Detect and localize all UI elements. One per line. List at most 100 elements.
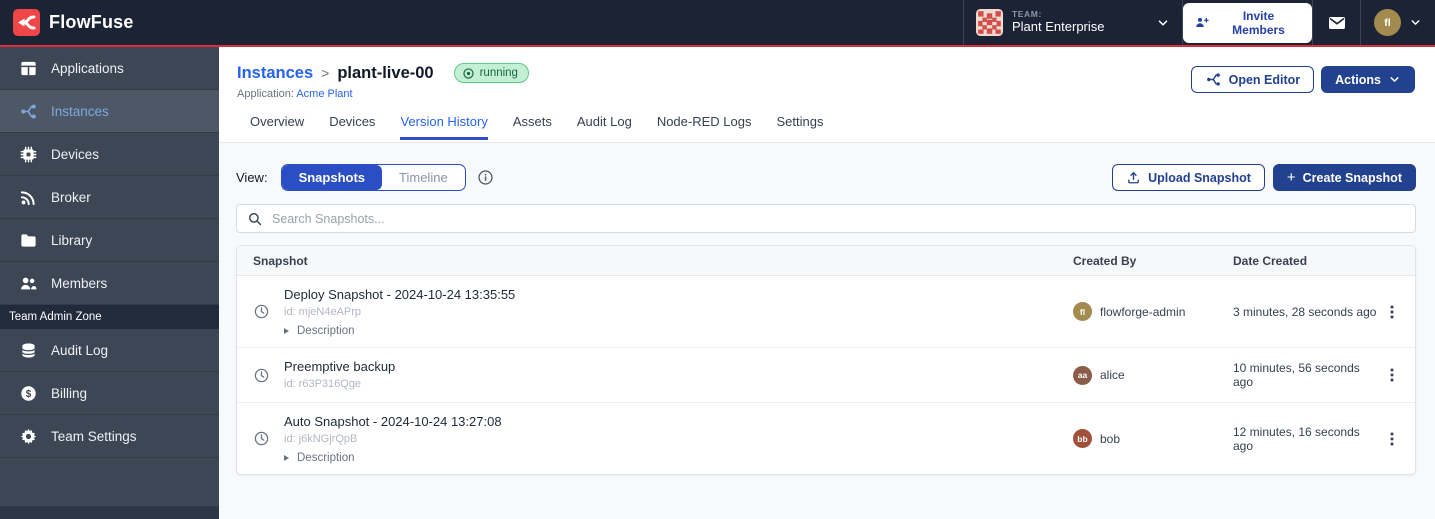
tab-settings[interactable]: Settings: [776, 114, 823, 140]
sidebar-item-applications[interactable]: Applications: [0, 47, 219, 90]
date-created: 3 minutes, 28 seconds ago: [1233, 305, 1383, 319]
creator-name: alice: [1100, 368, 1125, 382]
applications-icon: [19, 59, 38, 78]
creator-name: bob: [1100, 432, 1120, 446]
upload-snapshot-button[interactable]: Upload Snapshot: [1112, 164, 1265, 191]
instance-header: Instances > plant-live-00 running Applic…: [219, 47, 1435, 143]
actions-label: Actions: [1335, 73, 1381, 87]
sidebar-spacer: [0, 458, 219, 506]
sidebar-item-team-settings[interactable]: Team Settings: [0, 415, 219, 458]
upload-icon: [1126, 170, 1141, 185]
breadcrumb-separator: >: [321, 65, 329, 81]
description-label: Description: [297, 325, 355, 337]
tab-node-red-logs[interactable]: Node-RED Logs: [657, 114, 752, 140]
sidebar-item-library[interactable]: Library: [0, 219, 219, 262]
snapshot-toolbar: View: Snapshots Timeline Upload Snap: [236, 164, 1416, 191]
chevron-down-icon: [1409, 16, 1422, 29]
instances-icon: [19, 102, 38, 121]
clock-icon: [253, 367, 270, 384]
chip-icon: [19, 145, 38, 164]
sidebar-item-label: Broker: [51, 190, 91, 205]
clock-icon: [253, 303, 270, 320]
column-header-snapshot: Snapshot: [237, 254, 1073, 268]
tab-assets[interactable]: Assets: [513, 114, 552, 140]
date-created: 12 minutes, 16 seconds ago: [1233, 425, 1383, 453]
column-header-created-by: Created By: [1073, 254, 1233, 268]
tab-version-history[interactable]: Version History: [400, 114, 487, 140]
team-name: Plant Enterprise: [1012, 20, 1147, 35]
team-avatar: [976, 9, 1003, 36]
sidebar-item-devices[interactable]: Devices: [0, 133, 219, 176]
sidebar-item-label: Devices: [51, 147, 99, 162]
description-toggle[interactable]: Description: [284, 452, 502, 464]
table-row: Preemptive backup id: r63P316Qge aa alic…: [237, 348, 1415, 403]
invite-members-button[interactable]: Invite Members: [1183, 3, 1312, 43]
tab-devices[interactable]: Devices: [329, 114, 375, 140]
table-row: Deploy Snapshot - 2024-10-24 13:35:55 id…: [237, 276, 1415, 348]
sidebar-item-label: Instances: [51, 104, 109, 119]
snapshot-id: id: r63P316Qge: [284, 377, 395, 392]
tab-audit-log[interactable]: Audit Log: [577, 114, 632, 140]
tab-overview[interactable]: Overview: [250, 114, 304, 140]
database-icon: [19, 341, 38, 360]
user-plus-icon: [1194, 15, 1209, 30]
brand: FlowFuse: [0, 0, 963, 45]
open-editor-button[interactable]: Open Editor: [1191, 66, 1315, 93]
sidebar-footer: [0, 506, 219, 519]
status-badge: running: [454, 63, 529, 83]
actions-button[interactable]: Actions: [1321, 66, 1415, 93]
creator-avatar: aa: [1073, 366, 1092, 385]
sidebar-item-label: Team Settings: [51, 429, 137, 444]
snapshot-title: Deploy Snapshot - 2024-10-24 13:35:55: [284, 286, 515, 304]
create-snapshot-button[interactable]: + Create Snapshot: [1273, 164, 1416, 191]
application-label: Application:: [237, 88, 294, 100]
chevron-down-icon: [1388, 73, 1401, 86]
create-snapshot-label: Create Snapshot: [1303, 171, 1402, 185]
instance-name: plant-live-00: [337, 64, 433, 83]
kebab-menu-icon[interactable]: [1383, 366, 1401, 384]
description-toggle[interactable]: Description: [284, 325, 515, 337]
mail-icon: [1327, 13, 1347, 33]
running-status-icon: [462, 67, 475, 80]
snapshot-table: Snapshot Created By Date Created Deploy …: [236, 245, 1416, 475]
top-navbar: FlowFuse TEAM: Plant Enterprise: [0, 0, 1435, 47]
creator-avatar: bb: [1073, 429, 1092, 448]
sidebar-item-label: Applications: [51, 61, 124, 76]
toggle-snapshots[interactable]: Snapshots: [282, 165, 382, 190]
snapshot-title: Preemptive backup: [284, 358, 395, 376]
creator-avatar: fl: [1073, 302, 1092, 321]
search-input[interactable]: [272, 212, 1415, 226]
instance-tabs: Overview Devices Version History Assets …: [250, 114, 1435, 140]
sidebar-item-label: Audit Log: [51, 343, 108, 358]
notifications-button[interactable]: [1312, 0, 1360, 45]
kebab-menu-icon[interactable]: [1383, 303, 1401, 321]
kebab-menu-icon[interactable]: [1383, 430, 1401, 448]
user-menu[interactable]: fl: [1360, 0, 1435, 45]
description-label: Description: [297, 452, 355, 464]
toggle-timeline[interactable]: Timeline: [382, 165, 465, 190]
version-history-body: View: Snapshots Timeline Upload Snap: [219, 143, 1435, 519]
application-link[interactable]: Acme Plant: [296, 88, 352, 100]
sidebar-item-broker[interactable]: Broker: [0, 176, 219, 219]
search-bar: [236, 204, 1416, 233]
date-created: 10 minutes, 56 seconds ago: [1233, 361, 1383, 389]
sidebar-item-billing[interactable]: $ Billing: [0, 372, 219, 415]
sidebar-item-label: Library: [51, 233, 92, 248]
folder-icon: [19, 231, 38, 250]
sidebar-item-audit-log[interactable]: Audit Log: [0, 329, 219, 372]
svg-text:$: $: [26, 388, 32, 399]
sidebar-item-instances[interactable]: Instances: [0, 90, 219, 133]
breadcrumb-instances-link[interactable]: Instances: [237, 64, 313, 83]
sidebar-item-label: Billing: [51, 386, 87, 401]
dollar-circle-icon: $: [19, 384, 38, 403]
sidebar-item-members[interactable]: Members: [0, 262, 219, 305]
info-icon[interactable]: [477, 169, 494, 186]
sidebar-section-team-admin-zone: Team Admin Zone: [0, 305, 219, 329]
clock-icon: [253, 430, 270, 447]
invite-members-label: Invite Members: [1216, 9, 1301, 37]
plus-icon: +: [1287, 169, 1296, 186]
view-label: View:: [236, 170, 268, 185]
team-selector[interactable]: TEAM: Plant Enterprise: [963, 0, 1182, 45]
sidebar-item-label: Members: [51, 276, 107, 291]
column-header-date-created: Date Created: [1233, 254, 1383, 268]
